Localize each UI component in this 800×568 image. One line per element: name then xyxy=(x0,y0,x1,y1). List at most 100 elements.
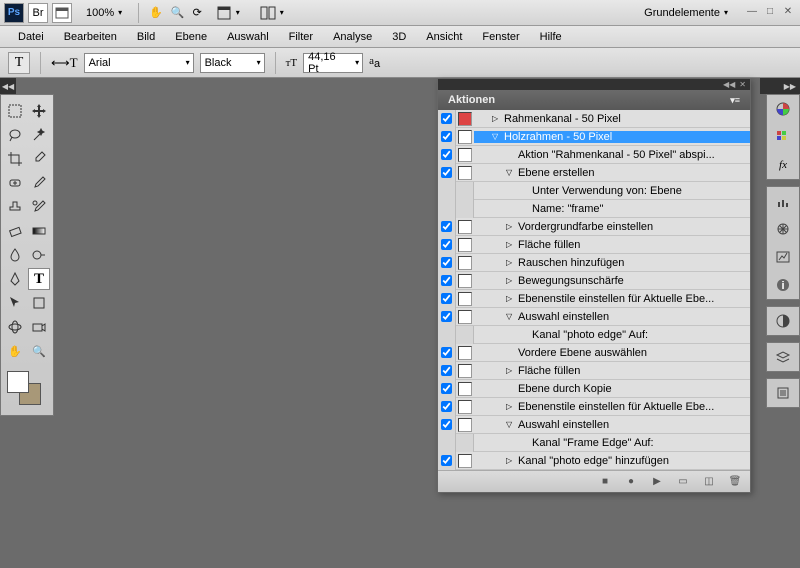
maximize-button[interactable]: □ xyxy=(762,6,778,20)
styles-panel-icon[interactable]: fx xyxy=(767,151,799,179)
disclosure-icon[interactable]: ▽ xyxy=(492,132,502,141)
action-toggle[interactable] xyxy=(441,131,452,142)
info-panel-icon[interactable]: i xyxy=(767,271,799,299)
wand-tool[interactable] xyxy=(28,124,50,146)
dialog-toggle[interactable] xyxy=(458,256,472,270)
action-row[interactable]: Kanal "Frame Edge" Auf: xyxy=(438,434,750,452)
action-toggle[interactable] xyxy=(441,221,452,232)
navigator-panel-icon[interactable] xyxy=(767,215,799,243)
hand-tool-icon[interactable]: ✋ xyxy=(149,6,163,19)
text-orientation-icon[interactable]: ⟷T xyxy=(51,55,78,71)
action-toggle[interactable] xyxy=(441,455,452,466)
foreground-swatch[interactable] xyxy=(7,371,29,393)
disclosure-icon[interactable]: ▷ xyxy=(506,366,516,375)
dialog-toggle[interactable] xyxy=(458,364,472,378)
layers-panel-icon[interactable] xyxy=(767,343,799,371)
dialog-toggle[interactable] xyxy=(458,148,472,162)
menu-filter[interactable]: Filter xyxy=(279,28,323,46)
3d-camera-tool[interactable] xyxy=(28,316,50,338)
dialog-toggle[interactable] xyxy=(458,454,472,468)
action-toggle[interactable] xyxy=(441,275,452,286)
action-toggle[interactable] xyxy=(441,113,452,124)
dialog-toggle[interactable] xyxy=(458,292,472,306)
action-toggle[interactable] xyxy=(441,311,452,322)
action-row[interactable]: ▷Rauschen hinzufügen xyxy=(438,254,750,272)
action-row[interactable]: ▷Rahmenkanal - 50 Pixel xyxy=(438,110,750,128)
action-row[interactable]: ▷Fläche füllen xyxy=(438,236,750,254)
disclosure-icon[interactable]: ▷ xyxy=(506,222,516,231)
dialog-toggle[interactable] xyxy=(458,274,472,288)
screen-mode-dropdown[interactable] xyxy=(210,3,246,23)
menu-auswahl[interactable]: Auswahl xyxy=(217,28,279,46)
dialog-toggle[interactable] xyxy=(458,220,472,234)
action-row[interactable]: Name: "frame" xyxy=(438,200,750,218)
action-row[interactable]: ▽Holzrahmen - 50 Pixel xyxy=(438,128,750,146)
antialias-icon[interactable]: aa xyxy=(369,55,380,70)
delete-button[interactable]: 🗑 xyxy=(728,475,742,489)
move-tool[interactable] xyxy=(28,100,50,122)
histogram-panel-icon[interactable] xyxy=(767,243,799,271)
action-toggle[interactable] xyxy=(441,383,452,394)
record-button[interactable]: ● xyxy=(624,475,638,489)
action-row[interactable]: ▷Bewegungsunschärfe xyxy=(438,272,750,290)
menu-3d[interactable]: 3D xyxy=(382,28,416,46)
menu-ansicht[interactable]: Ansicht xyxy=(416,28,472,46)
marquee-tool[interactable] xyxy=(4,100,26,122)
menu-datei[interactable]: Datei xyxy=(8,28,54,46)
stamp-tool[interactable] xyxy=(4,196,26,218)
pen-tool[interactable] xyxy=(4,268,26,290)
disclosure-icon[interactable]: ▷ xyxy=(506,276,516,285)
dialog-toggle[interactable] xyxy=(458,112,472,126)
disclosure-icon[interactable]: ▽ xyxy=(506,168,516,177)
zoom-tool[interactable]: 🔍 xyxy=(28,340,50,362)
left-dock-collapse[interactable]: ◀◀ xyxy=(0,78,16,94)
action-row[interactable]: Aktion "Rahmenkanal - 50 Pixel" abspi... xyxy=(438,146,750,164)
action-toggle[interactable] xyxy=(441,401,452,412)
minimize-button[interactable]: — xyxy=(744,6,760,20)
history-brush-tool[interactable] xyxy=(28,196,50,218)
lasso-tool[interactable] xyxy=(4,124,26,146)
disclosure-icon[interactable]: ▷ xyxy=(506,456,516,465)
disclosure-icon[interactable]: ▷ xyxy=(506,294,516,303)
dialog-toggle[interactable] xyxy=(458,310,472,324)
crop-tool[interactable] xyxy=(4,148,26,170)
disclosure-icon[interactable]: ▷ xyxy=(506,240,516,249)
action-row[interactable]: ▷Ebenenstile einstellen für Aktuelle Ebe… xyxy=(438,290,750,308)
disclosure-icon[interactable]: ▷ xyxy=(506,402,516,411)
eraser-tool[interactable] xyxy=(4,220,26,242)
menu-analyse[interactable]: Analyse xyxy=(323,28,382,46)
hand-tool[interactable]: ✋ xyxy=(4,340,26,362)
action-toggle[interactable] xyxy=(441,419,452,430)
close-button[interactable]: ✕ xyxy=(780,6,796,20)
play-button[interactable]: ▶ xyxy=(650,475,664,489)
action-row[interactable]: ▽Ebene erstellen xyxy=(438,164,750,182)
action-row[interactable]: Ebene durch Kopie xyxy=(438,380,750,398)
rotate-view-icon[interactable]: ⟳ xyxy=(193,6,202,19)
dialog-toggle[interactable] xyxy=(458,418,472,432)
action-toggle[interactable] xyxy=(441,257,452,268)
font-size-select[interactable]: 44,16 Pt xyxy=(303,53,363,73)
adjustments-panel-icon[interactable] xyxy=(767,307,799,335)
panel-close-icon[interactable]: ✕ xyxy=(739,80,746,89)
dialog-toggle[interactable] xyxy=(458,346,472,360)
blur-tool[interactable] xyxy=(4,244,26,266)
action-row[interactable]: Vordere Ebene auswählen xyxy=(438,344,750,362)
type-tool[interactable]: T xyxy=(28,268,50,290)
action-toggle[interactable] xyxy=(441,167,452,178)
menu-ebene[interactable]: Ebene xyxy=(165,28,217,46)
action-row[interactable]: ▽Auswahl einstellen xyxy=(438,308,750,326)
color-panel-icon[interactable] xyxy=(767,95,799,123)
action-row[interactable]: ▽Auswahl einstellen xyxy=(438,416,750,434)
menu-bild[interactable]: Bild xyxy=(127,28,165,46)
bridge-icon[interactable]: Br xyxy=(28,3,48,23)
brush-tool[interactable] xyxy=(28,172,50,194)
dialog-toggle[interactable] xyxy=(458,166,472,180)
action-row[interactable]: ▷Ebenenstile einstellen für Aktuelle Ebe… xyxy=(438,398,750,416)
dialog-toggle[interactable] xyxy=(458,130,472,144)
new-action-button[interactable]: ◫ xyxy=(702,475,716,489)
panel-collapse-icon[interactable]: ◀◀ xyxy=(723,80,735,89)
action-toggle[interactable] xyxy=(441,239,452,250)
3d-rotate-tool[interactable] xyxy=(4,316,26,338)
right-dock-collapse[interactable]: ▶▶ xyxy=(760,78,800,94)
action-toggle[interactable] xyxy=(441,293,452,304)
